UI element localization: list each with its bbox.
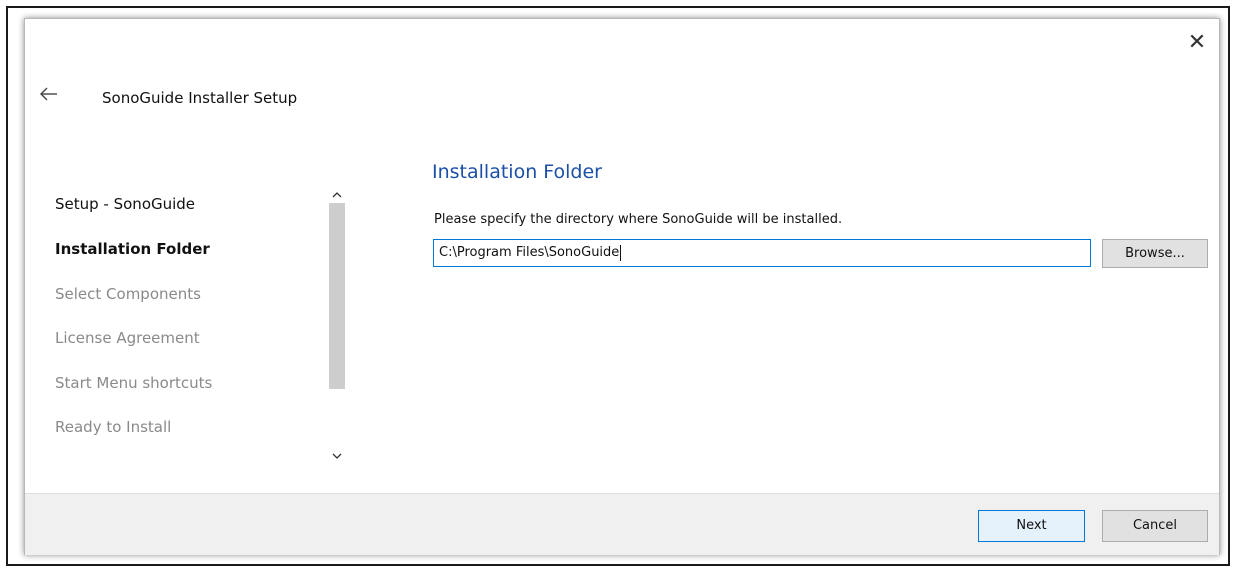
step-ready-to-install: Ready to Install (55, 418, 172, 436)
page-description: Please specify the directory where SonoG… (434, 212, 843, 227)
step-license-agreement: License Agreement (55, 329, 200, 347)
chevron-up-icon[interactable] (331, 185, 343, 198)
step-select-components: Select Components (55, 285, 201, 303)
button-bar: Next Cancel (25, 493, 1219, 555)
scrollbar-thumb[interactable] (329, 203, 345, 389)
window-title: SonoGuide Installer Setup (102, 89, 298, 107)
step-setup: Setup - SonoGuide (55, 195, 196, 213)
text-caret (620, 244, 622, 261)
close-icon[interactable]: ✕ (1185, 31, 1209, 55)
step-start-menu-shortcuts: Start Menu shortcuts (55, 374, 213, 392)
install-path-value: C:\Program Files\SonoGuide (439, 245, 620, 260)
browse-button[interactable]: Browse... (1102, 239, 1208, 268)
chevron-down-icon[interactable] (331, 446, 343, 459)
cancel-button[interactable]: Cancel (1102, 510, 1208, 542)
installer-window: ✕ SonoGuide Installer Setup Setup - Sono… (24, 18, 1220, 555)
screenshot-frame: ✕ SonoGuide Installer Setup Setup - Sono… (6, 6, 1230, 566)
install-path-input[interactable]: C:\Program Files\SonoGuide (433, 239, 1091, 267)
sidebar-scrollbar[interactable] (327, 183, 347, 463)
step-installation-folder: Installation Folder (55, 240, 210, 258)
next-button[interactable]: Next (978, 510, 1085, 542)
back-arrow-icon[interactable] (38, 84, 60, 104)
page-heading: Installation Folder (432, 161, 602, 183)
